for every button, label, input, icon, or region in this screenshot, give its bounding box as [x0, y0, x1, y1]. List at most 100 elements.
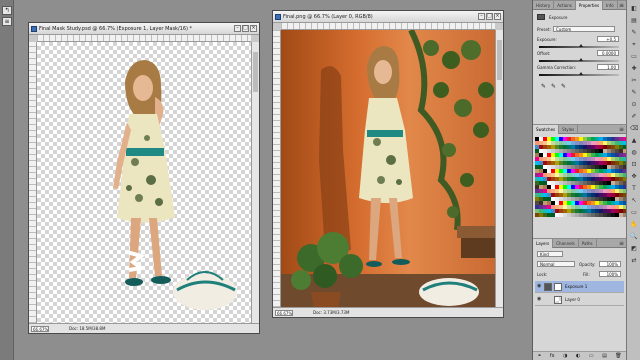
- panel-toggle-icon[interactable]: ≡: [2, 17, 12, 26]
- offset-field[interactable]: 0.0000: [597, 50, 619, 56]
- gamma-field[interactable]: 1.00: [597, 64, 619, 70]
- panel-menu-icon[interactable]: ≡: [619, 2, 624, 9]
- zoom-field[interactable]: 66.67%: [275, 310, 293, 316]
- exposure-slider[interactable]: [539, 44, 619, 48]
- tool-icon[interactable]: ✂: [630, 78, 638, 84]
- layer-filter-dropdown[interactable]: Kind: [537, 251, 563, 257]
- tool-icon[interactable]: 🔍: [630, 234, 638, 240]
- vertical-scrollbar[interactable]: [495, 30, 503, 307]
- exposure-field[interactable]: +0.5: [597, 36, 619, 42]
- close-button[interactable]: ×: [250, 25, 257, 32]
- document-canvas[interactable]: [37, 42, 251, 323]
- tool-icon[interactable]: ◩: [630, 246, 638, 252]
- tab-paths[interactable]: Paths: [579, 239, 597, 248]
- delete-layer-icon[interactable]: 🗑: [615, 352, 621, 360]
- tool-column: ◧ ▤ ✎ ⌖ ▭ ✚ ✂ ✎ ⊙ ✐ ⌫ ▲ ◍ ⊡ ✥ T ↖ ▭ ✋ 🔍 ◩ ⇄: [626, 0, 640, 360]
- scrollbar-thumb[interactable]: [497, 40, 502, 80]
- close-button[interactable]: ×: [494, 13, 501, 20]
- tool-icon[interactable]: ✎: [630, 90, 638, 96]
- document-status-bar: 66.67% Doc: 18.5M/38.8M: [29, 323, 259, 333]
- tool-icon[interactable]: ✚: [630, 66, 638, 72]
- panel-menu-icon[interactable]: ≡: [619, 240, 624, 247]
- horizontal-ruler[interactable]: [37, 35, 251, 42]
- maximize-button[interactable]: □: [242, 25, 249, 32]
- layer-mask-thumbnail[interactable]: [554, 283, 562, 291]
- link-layers-icon[interactable]: ⚭: [537, 352, 541, 360]
- document-size-info[interactable]: Doc: 18.5M/38.8M: [69, 326, 105, 332]
- tab-layers[interactable]: Layers: [533, 239, 554, 248]
- document-window-mask-study[interactable]: Final Mask Study.psd @ 66.7% (Exposure 1…: [28, 22, 260, 334]
- tool-icon[interactable]: ✐: [630, 114, 638, 120]
- visibility-eye-icon[interactable]: ◉: [537, 284, 542, 289]
- layer-row-exposure[interactable]: ◉ Exposure 1: [535, 281, 624, 293]
- vertical-ruler[interactable]: [29, 42, 37, 323]
- document-titlebar[interactable]: Final.png @ 66.7% (Layer 0, RGB/8) – □ ×: [273, 11, 503, 23]
- document-titlebar[interactable]: Final Mask Study.psd @ 66.7% (Exposure 1…: [29, 23, 259, 35]
- eyedropper-black-icon[interactable]: ✎: [541, 83, 546, 90]
- preset-label: Preset:: [537, 27, 551, 32]
- move-tool-icon[interactable]: ↰: [2, 6, 12, 15]
- horizontal-ruler[interactable]: [281, 23, 495, 30]
- tool-icon[interactable]: ⌖: [630, 42, 638, 48]
- vertical-scrollbar[interactable]: [251, 42, 259, 323]
- tool-icon[interactable]: ◍: [630, 150, 638, 156]
- minimize-button[interactable]: –: [478, 13, 485, 20]
- offset-slider[interactable]: [539, 58, 619, 62]
- visibility-eye-icon[interactable]: ◉: [537, 297, 542, 302]
- tab-properties[interactable]: Properties: [575, 1, 604, 10]
- tool-icon[interactable]: ▲: [630, 138, 638, 144]
- tool-icon[interactable]: ⊙: [630, 102, 638, 108]
- document-size-info[interactable]: Doc: 3.73M/3.73M: [313, 310, 349, 316]
- tool-icon[interactable]: ⊡: [630, 162, 638, 168]
- fx-icon[interactable]: fx: [550, 352, 555, 360]
- gamma-slider[interactable]: [539, 72, 619, 76]
- new-adjustment-icon[interactable]: ◐: [576, 352, 580, 360]
- tool-icon[interactable]: ⌫: [630, 126, 638, 132]
- new-layer-icon[interactable]: ▤: [602, 352, 607, 360]
- eyedropper-gray-icon[interactable]: ✎: [551, 83, 556, 90]
- tab-info[interactable]: Info: [603, 1, 618, 10]
- tool-icon[interactable]: ✋: [630, 222, 638, 228]
- document-canvas[interactable]: [281, 30, 495, 307]
- tab-actions[interactable]: Actions: [554, 1, 576, 10]
- document-icon: [31, 26, 37, 32]
- gamma-slider-knob[interactable]: [579, 72, 583, 75]
- new-group-icon[interactable]: ▭: [589, 352, 594, 360]
- tool-icon[interactable]: ↖: [630, 198, 638, 204]
- zoom-field[interactable]: 66.67%: [31, 326, 49, 332]
- tool-icon[interactable]: ✎: [630, 30, 638, 36]
- eyedropper-white-icon[interactable]: ✎: [561, 83, 566, 90]
- minimize-button[interactable]: –: [234, 25, 241, 32]
- offset-slider-knob[interactable]: [579, 58, 583, 61]
- layer-name[interactable]: Layer 0: [565, 297, 580, 302]
- gamma-label: Gamma Correction:: [537, 65, 577, 70]
- document-icon: [275, 14, 281, 20]
- tool-icon[interactable]: ✥: [630, 174, 638, 180]
- tool-icon[interactable]: ▤: [630, 18, 638, 24]
- opacity-field[interactable]: 100%: [599, 261, 621, 267]
- tab-channels[interactable]: Channels: [553, 239, 579, 248]
- exposure-slider-knob[interactable]: [579, 44, 583, 47]
- adjustment-thumbnail: [544, 283, 552, 291]
- blend-mode-dropdown[interactable]: Normal: [537, 261, 575, 267]
- tab-history[interactable]: History: [533, 1, 555, 10]
- tool-icon[interactable]: ⇄: [630, 258, 638, 264]
- tab-swatches[interactable]: Swatches: [533, 125, 560, 134]
- properties-tabs: History Actions Properties Info: [533, 1, 626, 10]
- fill-field[interactable]: 100%: [599, 271, 621, 277]
- scrollbar-thumb[interactable]: [253, 52, 258, 92]
- vertical-ruler[interactable]: [273, 30, 281, 307]
- tool-icon[interactable]: ▭: [630, 54, 638, 60]
- tab-styles[interactable]: Styles: [559, 125, 579, 134]
- tool-icon[interactable]: ◧: [630, 6, 638, 12]
- tool-icon[interactable]: ▭: [630, 210, 638, 216]
- layer-row-layer0[interactable]: ◉ Layer 0: [535, 294, 624, 306]
- maximize-button[interactable]: □: [486, 13, 493, 20]
- layer-name[interactable]: Exposure 1: [565, 284, 587, 289]
- add-mask-icon[interactable]: ◑: [563, 352, 567, 360]
- swatch-grid: [535, 137, 627, 231]
- tool-icon[interactable]: T: [630, 186, 638, 192]
- preset-dropdown[interactable]: Custom: [553, 26, 615, 32]
- panel-menu-icon[interactable]: ≡: [619, 126, 624, 133]
- document-window-final[interactable]: Final.png @ 66.7% (Layer 0, RGB/8) – □ ×: [272, 10, 504, 318]
